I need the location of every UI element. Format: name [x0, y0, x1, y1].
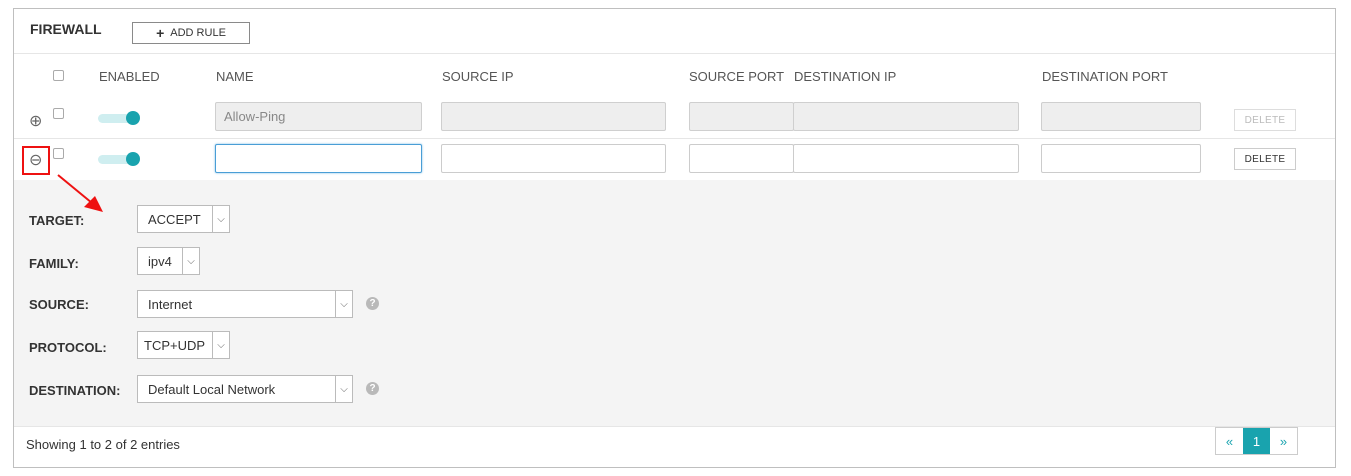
enabled-toggle[interactable]	[98, 152, 140, 166]
chevron-down-icon: ⌵	[212, 332, 229, 358]
destination-ip-input[interactable]	[793, 102, 1019, 131]
plus-circle-icon[interactable]: ⊕	[29, 114, 42, 130]
plus-icon: +	[156, 25, 165, 41]
pagination-next-button[interactable]: »	[1270, 428, 1297, 454]
family-label: FAMILY:	[29, 256, 79, 271]
column-header-source-ip: SOURCE IP	[442, 69, 514, 84]
destination-ip-input[interactable]	[793, 144, 1019, 173]
family-select[interactable]: ipv4 ⌵	[137, 247, 200, 275]
chevron-down-icon: ⌵	[335, 376, 352, 402]
add-rule-label: ADD RULE	[170, 27, 226, 39]
annotation-highlight-box	[22, 146, 50, 175]
entries-info: Showing 1 to 2 of 2 entries	[26, 437, 180, 452]
column-header-source-port: SOURCE PORT	[689, 69, 785, 84]
name-input[interactable]	[215, 144, 422, 173]
help-icon[interactable]: ?	[366, 382, 379, 395]
source-ip-input[interactable]	[441, 144, 666, 173]
source-ip-input[interactable]	[441, 102, 666, 131]
column-header-destination-ip: DESTINATION IP	[794, 69, 897, 84]
chevron-down-icon: ⌵	[182, 248, 199, 274]
divider	[14, 53, 1335, 54]
destination-select[interactable]: Default Local Network ⌵	[137, 375, 353, 403]
pagination-page-1[interactable]: 1	[1243, 428, 1270, 454]
column-header-destination-port: DESTINATION PORT	[1042, 69, 1168, 84]
divider	[14, 138, 1335, 139]
column-header-enabled: ENABLED	[99, 69, 160, 84]
row-checkbox[interactable]	[53, 148, 64, 159]
source-label: SOURCE:	[29, 297, 89, 312]
destination-port-input[interactable]	[1041, 144, 1201, 173]
page-title: FIREWALL	[30, 21, 102, 37]
column-header-name: NAME	[216, 69, 254, 84]
pagination-prev-button[interactable]: «	[1216, 428, 1243, 454]
source-port-input[interactable]	[689, 102, 794, 131]
protocol-select[interactable]: TCP+UDP ⌵	[137, 331, 230, 359]
firewall-panel: FIREWALL + ADD RULE ENABLED NAME SOURCE …	[13, 8, 1336, 468]
target-select[interactable]: ACCEPT ⌵	[137, 205, 230, 233]
rule-details-panel: TARGET: ACCEPT ⌵ FAMILY: ipv4 ⌵ SOURCE: In…	[14, 180, 1335, 426]
protocol-label: PROTOCOL:	[29, 340, 107, 355]
destination-port-input[interactable]	[1041, 102, 1201, 131]
chevron-down-icon: ⌵	[212, 206, 229, 232]
row-checkbox[interactable]	[53, 108, 64, 119]
destination-label: DESTINATION:	[29, 383, 121, 398]
delete-button[interactable]: DELETE	[1234, 109, 1296, 131]
divider	[14, 426, 1335, 427]
enabled-toggle[interactable]	[98, 111, 140, 125]
delete-button[interactable]: DELETE	[1234, 148, 1296, 170]
select-all-checkbox[interactable]	[53, 70, 64, 81]
target-label: TARGET:	[29, 213, 85, 228]
source-select[interactable]: Internet ⌵	[137, 290, 353, 318]
help-icon[interactable]: ?	[366, 297, 379, 310]
name-input[interactable]: Allow-Ping	[215, 102, 422, 131]
add-rule-button[interactable]: + ADD RULE	[132, 22, 250, 44]
source-port-input[interactable]	[689, 144, 794, 173]
pagination: « 1 »	[1215, 427, 1298, 455]
chevron-down-icon: ⌵	[335, 291, 352, 317]
